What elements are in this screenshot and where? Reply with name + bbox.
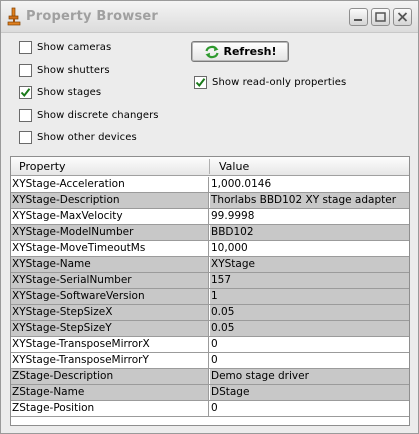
checkbox-label: Show stages: [37, 86, 102, 98]
microscope-icon: [6, 7, 22, 27]
property-cell: XYStage-SerialNumber: [11, 273, 209, 288]
value-cell[interactable]: BBD102: [210, 225, 409, 240]
property-cell: ZStage-Name: [11, 385, 209, 400]
table-row[interactable]: XYStage-StepSizeX 0.05: [11, 305, 409, 321]
property-cell: XYStage-StepSizeY: [11, 321, 209, 336]
property-cell: ZStage-Position: [11, 401, 209, 416]
table-row[interactable]: XYStage-SoftwareVersion 1: [11, 289, 409, 305]
table-row[interactable]: ZStage-Description Demo stage driver: [11, 369, 409, 385]
show-discrete-changers-checkbox[interactable]: Show discrete changers: [19, 107, 159, 123]
checkbox-box[interactable]: [19, 40, 32, 54]
property-cell: XYStage-ModelNumber: [11, 225, 209, 240]
column-header-property[interactable]: Property: [19, 160, 66, 173]
value-cell[interactable]: 0.05: [210, 321, 409, 336]
table-row[interactable]: XYStage-SerialNumber 157: [11, 273, 409, 289]
checkbox-label: Show discrete changers: [37, 109, 159, 121]
checkbox-label: Show shutters: [37, 64, 110, 76]
window-title: Property Browser: [26, 9, 159, 24]
column-divider[interactable]: [209, 159, 210, 174]
value-cell[interactable]: Demo stage driver: [210, 369, 409, 384]
show-shutters-checkbox[interactable]: Show shutters: [19, 62, 110, 78]
table-row[interactable]: XYStage-ModelNumber BBD102: [11, 225, 409, 241]
show-other-devices-checkbox[interactable]: Show other devices: [19, 129, 137, 145]
value-cell[interactable]: 1: [210, 289, 409, 304]
show-readonly-checkbox[interactable]: Show read-only properties: [194, 74, 346, 90]
property-cell: XYStage-MoveTimeoutMs: [11, 241, 209, 256]
value-cell[interactable]: 0: [210, 337, 409, 352]
table-row[interactable]: XYStage-TransposeMirrorY 0: [11, 353, 409, 369]
column-header-value[interactable]: Value: [219, 160, 249, 173]
checkbox-box[interactable]: [19, 63, 32, 77]
checkbox-label: Show cameras: [37, 41, 112, 53]
value-cell[interactable]: Thorlabs BBD102 XY stage adapter: [210, 193, 409, 208]
value-cell[interactable]: 0.05: [210, 305, 409, 320]
table-row[interactable]: ZStage-Name DStage: [11, 385, 409, 401]
checkbox-box[interactable]: [19, 130, 32, 144]
value-cell[interactable]: 1,000.0146: [210, 177, 409, 192]
checkmark-icon: [20, 87, 31, 97]
table-row[interactable]: XYStage-MaxVelocity 99.9998: [11, 209, 409, 225]
property-cell: XYStage-SoftwareVersion: [11, 289, 209, 304]
table-body: XYStage-Acceleration 1,000.0146 XYStage-De…: [11, 177, 409, 417]
value-cell[interactable]: 10,000: [210, 241, 409, 256]
property-cell: XYStage-TransposeMirrorX: [11, 337, 209, 352]
table-row[interactable]: XYStage-MoveTimeoutMs 10,000: [11, 241, 409, 257]
show-cameras-checkbox[interactable]: Show cameras: [19, 39, 111, 55]
property-table[interactable]: Property Value XYStage-Acceleration 1,000…: [10, 156, 410, 426]
checkbox-label: Show read-only properties: [212, 76, 347, 88]
value-cell[interactable]: XYStage: [210, 257, 409, 272]
table-row[interactable]: XYStage-Description Thorlabs BBD102 XY st…: [11, 193, 409, 209]
value-cell[interactable]: 0: [210, 401, 409, 416]
value-cell[interactable]: 0: [210, 353, 409, 368]
table-row[interactable]: XYStage-TransposeMirrorX 0: [11, 337, 409, 353]
value-cell[interactable]: 99.9998: [210, 209, 409, 224]
checkbox-box[interactable]: [19, 85, 32, 99]
property-cell: ZStage-Description: [11, 369, 209, 384]
table-row[interactable]: ZStage-Position 0: [11, 401, 409, 417]
property-browser-window: Property Browser Show cameras Show shutt…: [0, 0, 419, 434]
title-bar[interactable]: Property Browser: [1, 1, 418, 33]
table-row[interactable]: XYStage-Acceleration 1,000.0146: [11, 177, 409, 193]
property-cell: XYStage-Name: [11, 257, 209, 272]
property-cell: XYStage-Description: [11, 193, 209, 208]
refresh-label: Refresh!: [223, 45, 277, 58]
checkmark-icon: [195, 77, 206, 87]
refresh-arrows-icon: [204, 45, 220, 59]
property-cell: XYStage-MaxVelocity: [11, 209, 209, 224]
minimize-button[interactable]: [349, 8, 368, 26]
table-row[interactable]: XYStage-StepSizeY 0.05: [11, 321, 409, 337]
value-cell[interactable]: DStage: [210, 385, 409, 400]
close-button[interactable]: [393, 8, 412, 26]
checkbox-box[interactable]: [19, 108, 32, 122]
show-stages-checkbox[interactable]: Show stages: [19, 84, 101, 100]
value-cell[interactable]: 157: [210, 273, 409, 288]
table-row[interactable]: XYStage-Name XYStage: [11, 257, 409, 273]
refresh-button[interactable]: Refresh!: [191, 41, 289, 62]
property-cell: XYStage-Acceleration: [11, 177, 209, 192]
checkbox-label: Show other devices: [37, 131, 137, 143]
table-header: Property Value: [11, 157, 409, 176]
property-cell: XYStage-TransposeMirrorY: [11, 353, 209, 368]
maximize-button[interactable]: [371, 8, 390, 26]
checkbox-box[interactable]: [194, 75, 207, 89]
property-cell: XYStage-StepSizeX: [11, 305, 209, 320]
